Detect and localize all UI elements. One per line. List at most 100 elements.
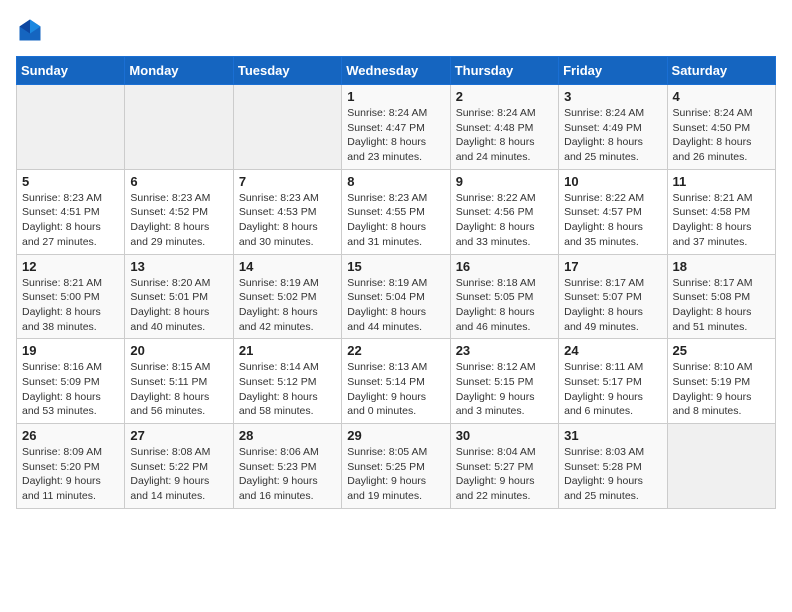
day-info: Sunrise: 8:08 AM Sunset: 5:22 PM Dayligh…: [130, 445, 227, 504]
day-info: Sunrise: 8:20 AM Sunset: 5:01 PM Dayligh…: [130, 276, 227, 335]
calendar-cell: 11 Sunrise: 8:21 AM Sunset: 4:58 PM Dayli…: [667, 169, 775, 254]
calendar-week-2: 5 Sunrise: 8:23 AM Sunset: 4:51 PM Daylig…: [17, 169, 776, 254]
calendar-cell: [125, 85, 233, 170]
day-info: Sunrise: 8:14 AM Sunset: 5:12 PM Dayligh…: [239, 360, 336, 419]
day-number: 30: [456, 428, 553, 443]
calendar-cell: 4Sunrise: 8:24 AM Sunset: 4:50 PM Daylig…: [667, 85, 775, 170]
day-number: 2: [456, 89, 553, 104]
calendar-cell: 24 Sunrise: 8:11 AM Sunset: 5:17 PM Dayli…: [559, 339, 667, 424]
calendar-week-5: 26 Sunrise: 8:09 AM Sunset: 5:20 PM Dayli…: [17, 424, 776, 509]
calendar-cell: 29Sunrise: 8:05 AM Sunset: 5:25 PM Dayli…: [342, 424, 450, 509]
day-number: 1: [347, 89, 444, 104]
calendar-cell: 14 Sunrise: 8:19 AM Sunset: 5:02 PM Dayli…: [233, 254, 341, 339]
day-number: 31: [564, 428, 661, 443]
calendar-cell: 22 Sunrise: 8:13 AM Sunset: 5:14 PM Dayli…: [342, 339, 450, 424]
day-number: 15: [347, 259, 444, 274]
calendar-body: 1 Sunrise: 8:24 AM Sunset: 4:47 PM Daylig…: [17, 85, 776, 509]
calendar-cell: 31 Sunrise: 8:03 AM Sunset: 5:28 PM Dayli…: [559, 424, 667, 509]
calendar-cell: [233, 85, 341, 170]
calendar-cell: 6 Sunrise: 8:23 AM Sunset: 4:52 PM Daylig…: [125, 169, 233, 254]
day-info: Sunrise: 8:23 AM Sunset: 4:53 PM Dayligh…: [239, 191, 336, 250]
day-number: 8: [347, 174, 444, 189]
day-info: Sunrise: 8:22 AM Sunset: 4:56 PM Dayligh…: [456, 191, 553, 250]
calendar-cell: 2 Sunrise: 8:24 AM Sunset: 4:48 PM Daylig…: [450, 85, 558, 170]
day-number: 12: [22, 259, 119, 274]
calendar-cell: 26 Sunrise: 8:09 AM Sunset: 5:20 PM Dayli…: [17, 424, 125, 509]
calendar-cell: 7 Sunrise: 8:23 AM Sunset: 4:53 PM Daylig…: [233, 169, 341, 254]
calendar-table: SundayMondayTuesdayWednesdayThursdayFrid…: [16, 56, 776, 509]
calendar-cell: 28 Sunrise: 8:06 AM Sunset: 5:23 PM Dayli…: [233, 424, 341, 509]
day-number: 13: [130, 259, 227, 274]
day-info: Sunrise: 8:16 AM Sunset: 5:09 PM Dayligh…: [22, 360, 119, 419]
day-info: Sunrise: 8:17 AM Sunset: 5:08 PM Dayligh…: [673, 276, 770, 335]
day-info: Sunrise: 8:13 AM Sunset: 5:14 PM Dayligh…: [347, 360, 444, 419]
calendar-cell: 5 Sunrise: 8:23 AM Sunset: 4:51 PM Daylig…: [17, 169, 125, 254]
day-number: 9: [456, 174, 553, 189]
day-info: Sunrise: 8:19 AM Sunset: 5:02 PM Dayligh…: [239, 276, 336, 335]
day-number: 18: [673, 259, 770, 274]
calendar-cell: 16 Sunrise: 8:18 AM Sunset: 5:05 PM Dayli…: [450, 254, 558, 339]
day-info: Sunrise: 8:17 AM Sunset: 5:07 PM Dayligh…: [564, 276, 661, 335]
day-info: Sunrise: 8:06 AM Sunset: 5:23 PM Dayligh…: [239, 445, 336, 504]
day-number: 10: [564, 174, 661, 189]
day-info: Sunrise: 8:24 AM Sunset: 4:47 PM Dayligh…: [347, 106, 444, 165]
day-number: 5: [22, 174, 119, 189]
day-info: Sunrise: 8:11 AM Sunset: 5:17 PM Dayligh…: [564, 360, 661, 419]
day-number: 16: [456, 259, 553, 274]
day-info: Sunrise: 8:22 AM Sunset: 4:57 PM Dayligh…: [564, 191, 661, 250]
calendar-cell: 9 Sunrise: 8:22 AM Sunset: 4:56 PM Daylig…: [450, 169, 558, 254]
day-info: Sunrise: 8:24 AM Sunset: 4:48 PM Dayligh…: [456, 106, 553, 165]
calendar-cell: 17Sunrise: 8:17 AM Sunset: 5:07 PM Dayli…: [559, 254, 667, 339]
weekday-header-row: SundayMondayTuesdayWednesdayThursdayFrid…: [17, 57, 776, 85]
calendar-cell: 23 Sunrise: 8:12 AM Sunset: 5:15 PM Dayli…: [450, 339, 558, 424]
day-info: Sunrise: 8:23 AM Sunset: 4:51 PM Dayligh…: [22, 191, 119, 250]
day-number: 11: [673, 174, 770, 189]
day-info: Sunrise: 8:15 AM Sunset: 5:11 PM Dayligh…: [130, 360, 227, 419]
calendar-week-1: 1 Sunrise: 8:24 AM Sunset: 4:47 PM Daylig…: [17, 85, 776, 170]
day-number: 24: [564, 343, 661, 358]
logo: [16, 16, 48, 44]
calendar-cell: [17, 85, 125, 170]
day-info: Sunrise: 8:21 AM Sunset: 4:58 PM Dayligh…: [673, 191, 770, 250]
day-number: 3: [564, 89, 661, 104]
day-number: 27: [130, 428, 227, 443]
day-number: 21: [239, 343, 336, 358]
calendar-cell: 27 Sunrise: 8:08 AM Sunset: 5:22 PM Dayli…: [125, 424, 233, 509]
calendar-cell: 18 Sunrise: 8:17 AM Sunset: 5:08 PM Dayli…: [667, 254, 775, 339]
calendar-week-4: 19 Sunrise: 8:16 AM Sunset: 5:09 PM Dayli…: [17, 339, 776, 424]
weekday-friday: Friday: [559, 57, 667, 85]
day-info: Sunrise: 8:04 AM Sunset: 5:27 PM Dayligh…: [456, 445, 553, 504]
weekday-thursday: Thursday: [450, 57, 558, 85]
day-info: Sunrise: 8:03 AM Sunset: 5:28 PM Dayligh…: [564, 445, 661, 504]
day-number: 20: [130, 343, 227, 358]
calendar-cell: 25Sunrise: 8:10 AM Sunset: 5:19 PM Dayli…: [667, 339, 775, 424]
day-info: Sunrise: 8:18 AM Sunset: 5:05 PM Dayligh…: [456, 276, 553, 335]
day-info: Sunrise: 8:23 AM Sunset: 4:52 PM Dayligh…: [130, 191, 227, 250]
day-info: Sunrise: 8:10 AM Sunset: 5:19 PM Dayligh…: [673, 360, 770, 419]
day-info: Sunrise: 8:21 AM Sunset: 5:00 PM Dayligh…: [22, 276, 119, 335]
day-number: 28: [239, 428, 336, 443]
day-info: Sunrise: 8:09 AM Sunset: 5:20 PM Dayligh…: [22, 445, 119, 504]
day-info: Sunrise: 8:24 AM Sunset: 4:49 PM Dayligh…: [564, 106, 661, 165]
calendar-cell: 8 Sunrise: 8:23 AM Sunset: 4:55 PM Daylig…: [342, 169, 450, 254]
day-number: 7: [239, 174, 336, 189]
day-info: Sunrise: 8:23 AM Sunset: 4:55 PM Dayligh…: [347, 191, 444, 250]
day-number: 23: [456, 343, 553, 358]
day-number: 19: [22, 343, 119, 358]
calendar-cell: 30 Sunrise: 8:04 AM Sunset: 5:27 PM Dayli…: [450, 424, 558, 509]
weekday-sunday: Sunday: [17, 57, 125, 85]
weekday-tuesday: Tuesday: [233, 57, 341, 85]
day-info: Sunrise: 8:12 AM Sunset: 5:15 PM Dayligh…: [456, 360, 553, 419]
calendar-cell: 12 Sunrise: 8:21 AM Sunset: 5:00 PM Dayli…: [17, 254, 125, 339]
calendar-cell: 20 Sunrise: 8:15 AM Sunset: 5:11 PM Dayli…: [125, 339, 233, 424]
calendar-cell: 10 Sunrise: 8:22 AM Sunset: 4:57 PM Dayli…: [559, 169, 667, 254]
logo-icon: [16, 16, 44, 44]
weekday-wednesday: Wednesday: [342, 57, 450, 85]
calendar-cell: 19 Sunrise: 8:16 AM Sunset: 5:09 PM Dayli…: [17, 339, 125, 424]
day-number: 22: [347, 343, 444, 358]
weekday-monday: Monday: [125, 57, 233, 85]
day-number: 6: [130, 174, 227, 189]
day-number: 14: [239, 259, 336, 274]
day-number: 26: [22, 428, 119, 443]
calendar-cell: 15Sunrise: 8:19 AM Sunset: 5:04 PM Dayli…: [342, 254, 450, 339]
